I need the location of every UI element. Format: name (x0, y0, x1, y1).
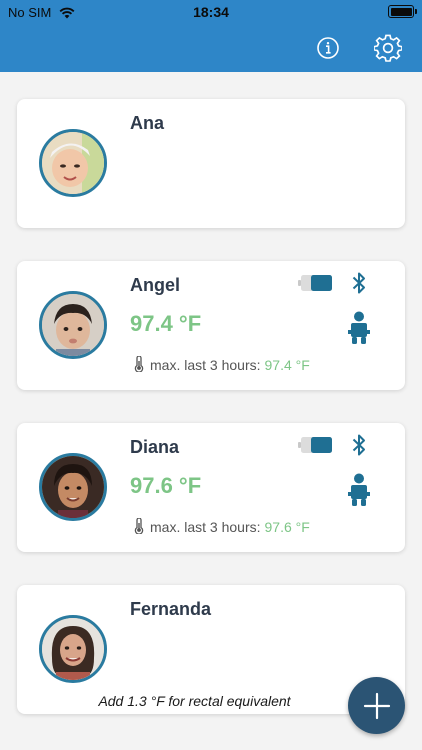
bluetooth-icon (352, 434, 365, 456)
thermometer-icon (134, 356, 144, 372)
phone-battery-icon (388, 5, 417, 18)
current-temperature: 97.4 °F (130, 311, 202, 336)
avatar (39, 129, 107, 197)
child-card-diana[interactable]: Diana 97.6 °F max. last 3 hours: 97.6 °F (17, 423, 405, 552)
child-name: Ana (130, 113, 165, 133)
child-name: Fernanda (130, 599, 212, 619)
bluetooth-icon (352, 272, 365, 294)
baby-photo (42, 132, 104, 194)
baby-figure-icon (348, 473, 370, 506)
info-icon (317, 37, 339, 59)
max-temperature-label: max. last 3 hours: (150, 519, 261, 535)
settings-button[interactable] (373, 33, 403, 63)
app-header: No SIM 18:34 (0, 0, 422, 72)
max-temperature-label: max. last 3 hours: (150, 357, 261, 373)
max-temperature-row: max. last 3 hours: 97.4 °F (134, 356, 310, 373)
child-card-ana[interactable]: Ana (17, 99, 405, 228)
child-name: Angel (130, 275, 181, 295)
thermometer-icon (134, 518, 144, 534)
status-bar: No SIM 18:34 (0, 0, 422, 24)
max-temperature-value: 97.4 °F (264, 357, 310, 373)
add-child-button[interactable] (348, 677, 405, 734)
baby-figure-icon (348, 311, 370, 344)
rectal-equivalent-note: Add 1.3 °F for rectal equivalent (98, 693, 291, 709)
avatar (39, 615, 107, 683)
child-card-angel[interactable]: Angel 97.4 °F max. last 3 hours: 97.4 °F (17, 261, 405, 390)
avatar (39, 453, 107, 521)
current-temperature: 97.6 °F (130, 473, 202, 498)
girl-photo (42, 456, 104, 518)
toddler-photo (42, 294, 104, 356)
plus-icon (363, 692, 390, 719)
woman-photo (42, 618, 104, 680)
status-time: 18:34 (193, 4, 229, 20)
avatar (39, 291, 107, 359)
child-name: Diana (130, 437, 180, 457)
max-temperature-row: max. last 3 hours: 97.6 °F (134, 518, 310, 535)
device-battery-icon (298, 275, 332, 291)
info-button[interactable] (313, 33, 343, 63)
device-battery-icon (298, 437, 332, 453)
gear-icon (374, 34, 402, 62)
max-temperature-value: 97.6 °F (264, 519, 310, 535)
